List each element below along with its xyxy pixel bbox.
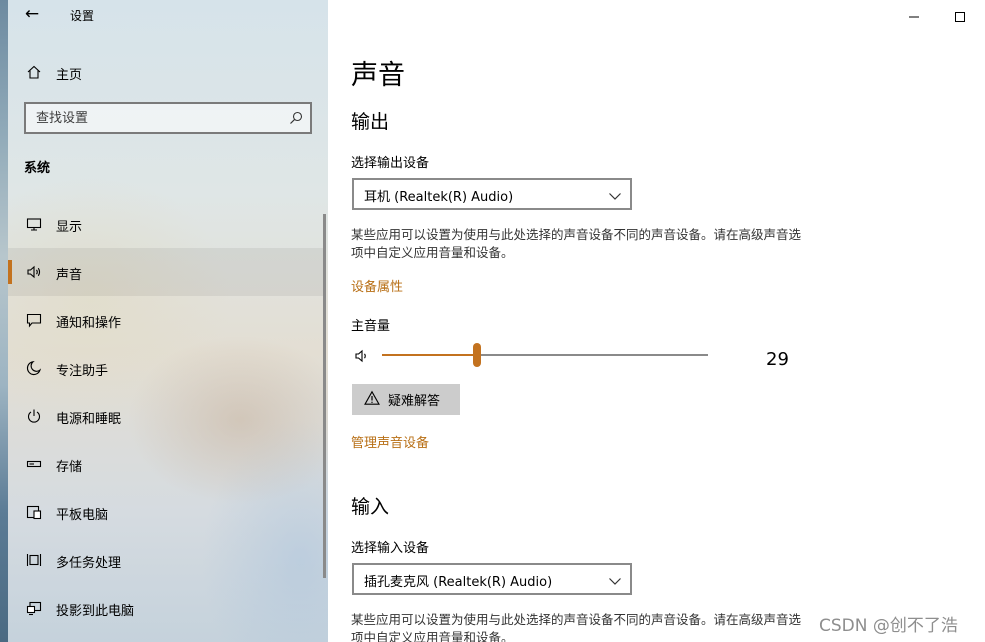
search-icon[interactable] xyxy=(288,110,304,126)
slider-thumb[interactable] xyxy=(472,343,481,367)
app-title: 设置 xyxy=(70,9,95,23)
input-description: 某些应用可以设置为使用与此处选择的声音设备不同的声音设备。请在高级声音选项中自定… xyxy=(351,612,802,642)
sidebar-item-sound[interactable]: 声音 xyxy=(8,248,326,296)
sidebar-item-multitasking[interactable]: 多任务处理 xyxy=(8,536,326,584)
notification-icon xyxy=(24,310,44,330)
sidebar-item-label: 电源和睡眠 xyxy=(56,412,122,427)
selection-indicator xyxy=(8,260,12,284)
sidebar-item-focus-assist[interactable]: 专注助手 xyxy=(8,344,326,392)
sidebar-item-label: 主页 xyxy=(56,68,83,83)
speaker-icon xyxy=(24,262,44,282)
sidebar-item-project-to-pc[interactable]: 投影到此电脑 xyxy=(8,584,326,632)
monitor-icon xyxy=(24,214,44,234)
search-box xyxy=(24,102,312,134)
output-description: 某些应用可以设置为使用与此处选择的声音设备不同的声音设备。请在高级声音选项中自定… xyxy=(351,227,802,260)
manage-sound-devices-link[interactable]: 管理声音设备 xyxy=(351,432,429,451)
input-device-label: 选择输入设备 xyxy=(351,541,430,556)
sidebar-item-display[interactable]: 显示 xyxy=(8,200,326,248)
warning-icon xyxy=(364,390,380,410)
home-icon xyxy=(24,62,44,82)
minimize-icon xyxy=(909,7,919,26)
power-icon xyxy=(24,406,44,426)
main-content: 声音 输出 选择输出设备 耳机 (Realtek(R) Audio) 某些应用可… xyxy=(328,0,985,642)
sidebar-item-notifications[interactable]: 通知和操作 xyxy=(8,296,326,344)
volume-value: 29 xyxy=(766,349,789,370)
desktop-wallpaper-edge xyxy=(0,0,8,642)
master-volume-slider[interactable] xyxy=(382,343,708,367)
multitask-icon xyxy=(24,550,44,570)
sidebar-scrollbar[interactable] xyxy=(323,214,326,578)
troubleshoot-button[interactable]: 疑难解答 xyxy=(352,384,460,415)
output-device-dropdown[interactable]: 耳机 (Realtek(R) Audio) xyxy=(352,178,632,210)
sidebar-item-storage[interactable]: 存储 xyxy=(8,440,326,488)
chevron-down-icon xyxy=(608,573,622,587)
sidebar-item-tablet[interactable]: 平板电脑 xyxy=(8,488,326,536)
section-title: 系统 xyxy=(24,161,51,176)
troubleshoot-label: 疑难解答 xyxy=(388,394,441,409)
output-section-title: 输出 xyxy=(351,111,390,133)
sidebar-item-label: 专注助手 xyxy=(56,364,109,379)
slider-fill xyxy=(382,354,477,356)
title-bar: ← 设置 xyxy=(0,0,328,32)
output-device-label: 选择输出设备 xyxy=(351,156,430,171)
watermark: CSDN @创不了浩 xyxy=(819,616,958,636)
dropdown-value: 耳机 (Realtek(R) Audio) xyxy=(364,190,514,205)
projector-icon xyxy=(24,598,44,618)
sidebar-item-power-sleep[interactable]: 电源和睡眠 xyxy=(8,392,326,440)
speaker-volume-icon[interactable] xyxy=(354,347,372,365)
page-title: 声音 xyxy=(351,60,405,91)
moon-icon xyxy=(24,358,44,378)
back-button[interactable]: ← xyxy=(20,2,44,26)
sidebar-item-label: 多任务处理 xyxy=(56,556,122,571)
sidebar-item-label: 通知和操作 xyxy=(56,316,122,331)
maximize-icon xyxy=(955,7,965,26)
device-properties-link[interactable]: 设备属性 xyxy=(351,276,403,295)
chevron-down-icon xyxy=(608,188,622,202)
sidebar-item-label: 投影到此电脑 xyxy=(56,604,135,619)
sidebar-item-home[interactable]: 主页 xyxy=(8,56,326,88)
storage-icon xyxy=(24,454,44,474)
minimize-button[interactable] xyxy=(891,0,937,32)
search-input[interactable] xyxy=(26,104,282,132)
nav-list: 显示 声音 通知和操作 专注助手 电源和睡眠 存储 平板电脑 多任务处理 投影到… xyxy=(8,200,326,632)
sidebar-item-label: 声音 xyxy=(56,268,83,283)
input-section-title: 输入 xyxy=(351,496,390,518)
master-volume-label: 主音量 xyxy=(351,319,391,334)
tablet-icon xyxy=(24,502,44,522)
sidebar-item-label: 存储 xyxy=(56,460,83,475)
sidebar-item-label: 显示 xyxy=(56,220,83,235)
input-device-dropdown[interactable]: 插孔麦克风 (Realtek(R) Audio) xyxy=(352,563,632,595)
maximize-button[interactable] xyxy=(937,0,983,32)
sidebar-item-label: 平板电脑 xyxy=(56,508,109,523)
arrow-left-icon: ← xyxy=(24,4,40,24)
sidebar: ← 设置 主页 系统 显示 声音 xyxy=(0,0,328,642)
dropdown-value: 插孔麦克风 (Realtek(R) Audio) xyxy=(364,575,553,590)
